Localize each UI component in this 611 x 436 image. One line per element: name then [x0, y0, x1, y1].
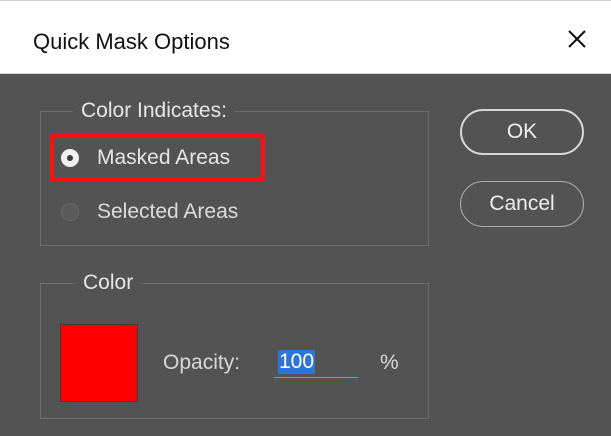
color-legend: Color	[75, 270, 142, 296]
opacity-label: Opacity:	[163, 351, 241, 374]
close-icon	[568, 30, 586, 48]
close-button[interactable]	[561, 23, 593, 55]
ok-button[interactable]: OK	[460, 109, 584, 155]
opacity-unit: %	[380, 351, 399, 374]
dialog-title: Quick Mask Options	[33, 29, 230, 54]
radio-label-selected-areas: Selected Areas	[97, 200, 239, 223]
highlight-annotation	[50, 134, 265, 181]
radio-button-unchecked[interactable]	[61, 203, 79, 221]
title-bar: Quick Mask Options	[0, 1, 611, 74]
radio-selected-areas[interactable]: Selected Areas	[61, 197, 238, 227]
quick-mask-options-dialog: Quick Mask Options Color Indicates: Mask…	[0, 0, 611, 436]
opacity-value: 100	[278, 350, 316, 374]
color-swatch[interactable]	[60, 324, 138, 402]
color-indicates-legend: Color Indicates:	[73, 98, 235, 124]
color-group: Color Opacity: 100 %	[40, 270, 429, 419]
cancel-button[interactable]: Cancel	[460, 181, 584, 227]
opacity-input[interactable]: 100	[274, 348, 358, 378]
